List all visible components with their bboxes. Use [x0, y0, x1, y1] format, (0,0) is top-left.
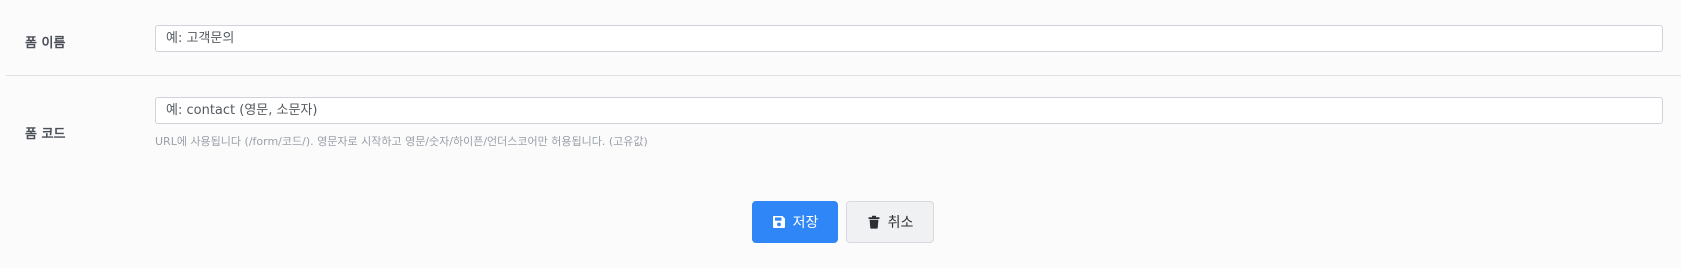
form-code-help-text: URL에 사용됩니다 (/form/코드/). 영문자로 시작하고 영문/숫자/… [155, 135, 648, 148]
form-code-label: 폼 코드 [25, 127, 66, 142]
form-name-input[interactable] [155, 25, 1663, 52]
form-code-input[interactable] [155, 97, 1663, 124]
form-name-row: 폼 이름 [0, 0, 1681, 75]
cancel-button[interactable]: 취소 [846, 201, 934, 243]
trash-icon [867, 215, 881, 229]
save-button[interactable]: 저장 [752, 201, 838, 243]
floppy-disk-icon [772, 215, 786, 229]
cancel-button-label: 취소 [887, 215, 914, 231]
form-panel: 폼 이름 폼 코드 URL에 사용됩니다 (/form/코드/). 영문자로 시… [0, 0, 1681, 268]
form-name-label: 폼 이름 [25, 36, 66, 51]
save-button-label: 저장 [792, 215, 819, 231]
form-code-row: 폼 코드 URL에 사용됩니다 (/form/코드/). 영문자로 시작하고 영… [0, 75, 1681, 165]
